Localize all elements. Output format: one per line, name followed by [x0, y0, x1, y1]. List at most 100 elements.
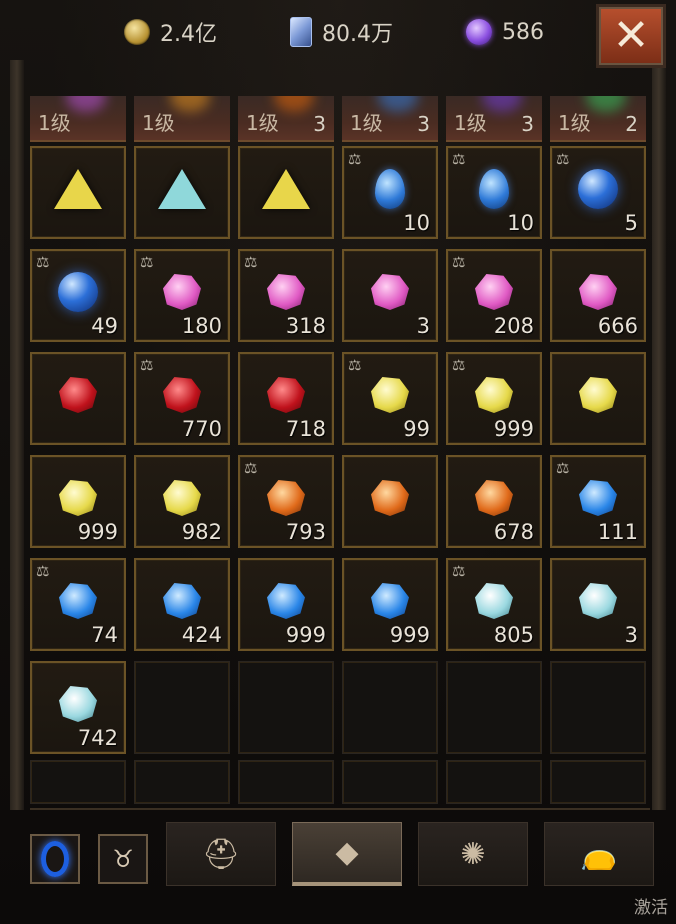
yellow-tri-gem-icon — [262, 168, 310, 209]
bound-icon: ⚖ — [348, 150, 362, 168]
gem-slot[interactable]: ⚖ 999 — [446, 352, 542, 445]
gem-category-tab[interactable]: 1级 3 — [342, 96, 438, 142]
empty-slot — [550, 661, 646, 754]
cyan-tri-gem-icon — [158, 168, 206, 209]
pink-rock-gem-icon — [371, 273, 409, 310]
gem-count: 180 — [181, 314, 222, 338]
gold-currency: 2.4亿 — [124, 14, 217, 50]
blue-rock-gem-icon — [59, 582, 97, 619]
gem-count: 49 — [91, 314, 118, 338]
gem-category-tab[interactable]: 1级 — [30, 96, 126, 142]
gem-slot[interactable]: ⚖ 10 — [446, 146, 542, 239]
gem-slot[interactable]: 742 — [30, 661, 126, 754]
empty-slot — [238, 661, 334, 754]
gem-count: 999 — [285, 623, 326, 647]
bound-icon: ⚖ — [452, 562, 466, 580]
gold-amount: 2.4亿 — [160, 22, 217, 47]
category-glow — [274, 96, 314, 112]
gem-slot[interactable]: 424 — [134, 558, 230, 651]
gem-count: 770 — [181, 417, 222, 441]
empty-slot — [134, 661, 230, 754]
category-count: 3 — [521, 112, 534, 136]
left-border — [10, 60, 24, 810]
close-button[interactable]: ✕ — [596, 4, 666, 68]
gem-slot[interactable]: 982 — [134, 455, 230, 548]
close-icon: ✕ — [612, 10, 650, 61]
gem-slot[interactable]: ⚖ 99 — [342, 352, 438, 445]
blue-drop-gem-icon — [479, 168, 509, 209]
bull-button[interactable]: ♉ — [98, 834, 148, 884]
gem-slot[interactable] — [134, 146, 230, 239]
category-level: 1级 — [558, 111, 591, 135]
gem-slot[interactable]: ⚖ 10 — [342, 146, 438, 239]
bull-icon: ♉ — [112, 845, 134, 873]
gem-slot[interactable]: ⚖ 793 — [238, 455, 334, 548]
gem-slot[interactable]: ⚖ 770 — [134, 352, 230, 445]
tab-bag[interactable]: 👝 — [544, 822, 654, 886]
purple-currency: 586 — [466, 14, 544, 50]
gem-slot[interactable]: 718 — [238, 352, 334, 445]
empty-slot — [238, 760, 334, 804]
gem-slot[interactable]: 999 — [342, 558, 438, 651]
bound-icon: ⚖ — [140, 253, 154, 271]
tab-rune[interactable]: ✺ — [418, 822, 528, 886]
gem-count: 3 — [416, 314, 430, 338]
activate-label: 激活 — [634, 898, 668, 918]
gem-slot[interactable]: ⚖ 318 — [238, 249, 334, 342]
bound-icon: ⚖ — [244, 253, 258, 271]
category-glow — [482, 96, 522, 112]
cyan-rock-gem-icon — [59, 685, 97, 722]
cyan-rock-gem-icon — [475, 582, 513, 619]
gem-slot[interactable]: ⚖ 49 — [30, 249, 126, 342]
gem-count: 318 — [285, 314, 326, 338]
empty-slot — [342, 661, 438, 754]
yellow-rock-gem-icon — [475, 376, 513, 413]
category-glow — [66, 96, 106, 112]
orange-rock-gem-icon — [371, 479, 409, 516]
bound-icon: ⚖ — [452, 356, 466, 374]
cyan-rock-gem-icon — [579, 582, 617, 619]
gem-slot[interactable]: ⚖ 5 — [550, 146, 646, 239]
gem-count: 793 — [285, 520, 326, 544]
gem-count: 999 — [493, 417, 534, 441]
crystal-currency: 80.4万 — [290, 14, 393, 50]
gem-count: 718 — [285, 417, 326, 441]
gem-slot[interactable]: 3 — [342, 249, 438, 342]
gem-slot[interactable] — [30, 352, 126, 445]
gem-slot[interactable]: ⚖ 805 — [446, 558, 542, 651]
blue-ring-button[interactable] — [30, 834, 80, 884]
gem-count: 3 — [624, 623, 638, 647]
gem-slot[interactable]: 666 — [550, 249, 646, 342]
gem-slot[interactable] — [342, 455, 438, 548]
gem-slot[interactable]: 999 — [30, 455, 126, 548]
gem-category-tab[interactable]: 1级 — [134, 96, 230, 142]
category-level: 1级 — [38, 111, 71, 135]
yellow-rock-gem-icon — [163, 479, 201, 516]
gem-category-tab[interactable]: 1级 3 — [446, 96, 542, 142]
gem-slot[interactable]: 678 — [446, 455, 542, 548]
currency-bar: 2.4亿 80.4万 586 ✕ — [0, 0, 676, 68]
bound-icon: ⚖ — [348, 356, 362, 374]
gem-count: 74 — [91, 623, 118, 647]
crystal-icon — [290, 17, 312, 47]
tab-gem[interactable]: ◆ — [292, 822, 402, 886]
gem-slot[interactable]: ⚖ 180 — [134, 249, 230, 342]
gem-category-strip: 1级 1级 1级 3 1级 3 1级 3 1级 2 — [30, 96, 650, 142]
gem-slot[interactable] — [550, 352, 646, 445]
gem-category-tab[interactable]: 1级 3 — [238, 96, 334, 142]
gem-slot[interactable] — [238, 146, 334, 239]
pink-rock-gem-icon — [475, 273, 513, 310]
gem-slot[interactable]: 3 — [550, 558, 646, 651]
bag-icon: 👝 — [580, 836, 618, 872]
gem-slot[interactable]: ⚖ 111 — [550, 455, 646, 548]
gem-slot[interactable]: ⚖ 74 — [30, 558, 126, 651]
yellow-rock-gem-icon — [371, 376, 409, 413]
gem-slot[interactable]: 999 — [238, 558, 334, 651]
gem-count: 5 — [624, 211, 638, 235]
gem-count: 111 — [597, 520, 638, 544]
gem-slot[interactable]: ⚖ 208 — [446, 249, 542, 342]
gem-category-tab[interactable]: 1级 2 — [550, 96, 646, 142]
gem-slot[interactable] — [30, 146, 126, 239]
tab-helmet[interactable]: ⛑ — [166, 822, 276, 886]
blue-rock-gem-icon — [163, 582, 201, 619]
